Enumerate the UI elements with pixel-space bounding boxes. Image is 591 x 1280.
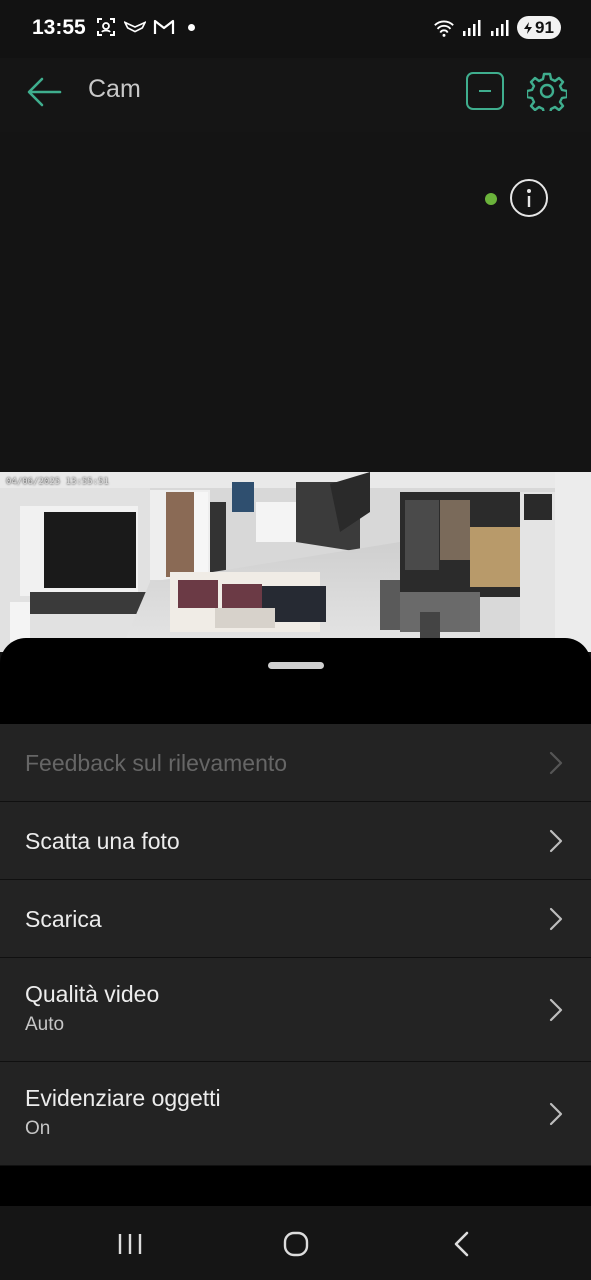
menu-item-download[interactable]: Scarica (0, 880, 591, 958)
camera-feed[interactable]: 04/06/2025 13:55:51 (0, 472, 591, 652)
video-timestamp: 04/06/2025 13:55:51 (6, 477, 109, 487)
page-title: Cam (88, 75, 141, 103)
home-icon (283, 1231, 309, 1257)
chevron-right-icon (549, 1102, 563, 1125)
menu-item-take-photo[interactable]: Scatta una foto (0, 802, 591, 880)
info-button[interactable] (510, 179, 548, 217)
screen: 13:55 91 Cam 04/06/2025 13:55:51 Feedbac… (0, 0, 591, 1280)
status-icons-right: 91 (433, 16, 561, 39)
video-area: 04/06/2025 13:55:51 (0, 132, 591, 652)
bird-icon (124, 16, 146, 38)
menu-item-value: On (25, 1118, 51, 1139)
recents-button[interactable] (108, 1224, 152, 1264)
home-button[interactable] (274, 1224, 318, 1264)
chevron-right-icon (549, 751, 563, 774)
back-button[interactable] (22, 70, 66, 114)
notification-dot-icon (188, 23, 195, 31)
live-status-dot (485, 193, 497, 205)
menu-item-label: Feedback sul rilevamento (25, 750, 288, 776)
signal-icon-2 (489, 17, 511, 39)
gmail-icon (153, 16, 175, 38)
menu-item-value: Auto (25, 1014, 65, 1035)
signal-icon (461, 17, 483, 39)
settings-button[interactable] (526, 70, 568, 112)
app-bar: Cam (0, 58, 591, 132)
menu-item-highlight-objects[interactable]: Evidenziare oggetti On (0, 1062, 591, 1166)
info-icon (527, 189, 531, 207)
status-icons-left (95, 16, 195, 38)
system-back-button[interactable] (440, 1224, 484, 1264)
menu-item-detection-feedback[interactable]: Feedback sul rilevamento (0, 724, 591, 802)
battery-icon (524, 21, 532, 34)
face-scan-icon (95, 16, 117, 38)
bottom-sheet: Feedback sul rilevamento Scatta una foto… (0, 638, 591, 1206)
back-icon (454, 1231, 469, 1257)
sheet-menu: Feedback sul rilevamento Scatta una foto… (0, 724, 591, 1166)
status-time: 13:55 (32, 16, 86, 39)
gear-icon (527, 72, 567, 111)
sheet-drag-handle[interactable] (268, 662, 324, 669)
arrow-left-icon (27, 77, 62, 107)
minus-box-icon (479, 90, 491, 92)
menu-item-video-quality[interactable]: Qualità video Auto (0, 958, 591, 1062)
chevron-right-icon (549, 829, 563, 852)
battery-level: 91 (535, 17, 554, 37)
camera-feed-image (0, 472, 591, 652)
chevron-right-icon (549, 907, 563, 930)
wifi-icon (433, 17, 455, 39)
battery-indicator: 91 (517, 16, 561, 39)
status-bar: 13:55 91 (0, 0, 591, 58)
minus-button[interactable] (466, 72, 504, 110)
menu-item-label: Scarica (25, 906, 102, 932)
menu-item-label: Scatta una foto (25, 828, 180, 854)
menu-item-label: Qualità video (25, 981, 160, 1007)
chevron-right-icon (549, 998, 563, 1021)
recents-icon (118, 1234, 142, 1254)
menu-item-label: Evidenziare oggetti (25, 1085, 221, 1111)
system-nav-bar (0, 1206, 591, 1280)
